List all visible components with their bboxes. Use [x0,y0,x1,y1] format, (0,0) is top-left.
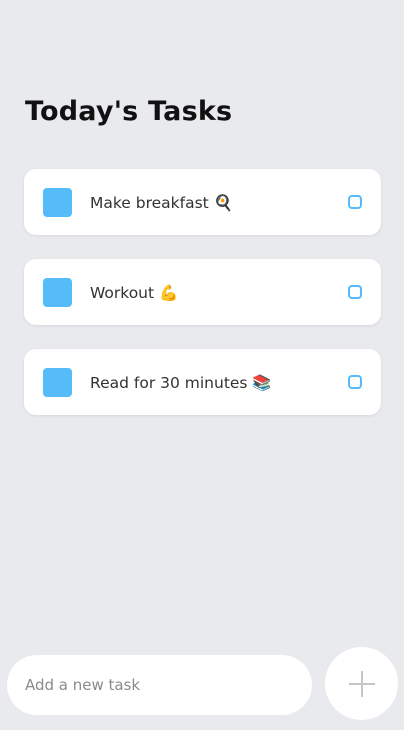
task-color-square [43,368,72,397]
task-color-square [43,188,72,217]
task-item[interactable]: Workout 💪 [24,259,381,325]
task-list: Make breakfast 🍳 Workout 💪 Read for 30 m… [24,169,381,439]
task-item[interactable]: Make breakfast 🍳 [24,169,381,235]
task-label: Make breakfast 🍳 [90,194,233,212]
task-status-circle[interactable] [348,285,362,299]
task-item[interactable]: Read for 30 minutes 📚 [24,349,381,415]
page-title: Today's Tasks [25,96,233,127]
task-status-circle[interactable] [348,195,362,209]
new-task-input[interactable] [7,655,312,715]
task-label: Read for 30 minutes 📚 [90,374,272,392]
task-color-square [43,278,72,307]
task-label: Workout 💪 [90,284,179,302]
add-task-button[interactable] [325,647,398,720]
plus-icon [349,671,375,697]
task-status-circle[interactable] [348,375,362,389]
